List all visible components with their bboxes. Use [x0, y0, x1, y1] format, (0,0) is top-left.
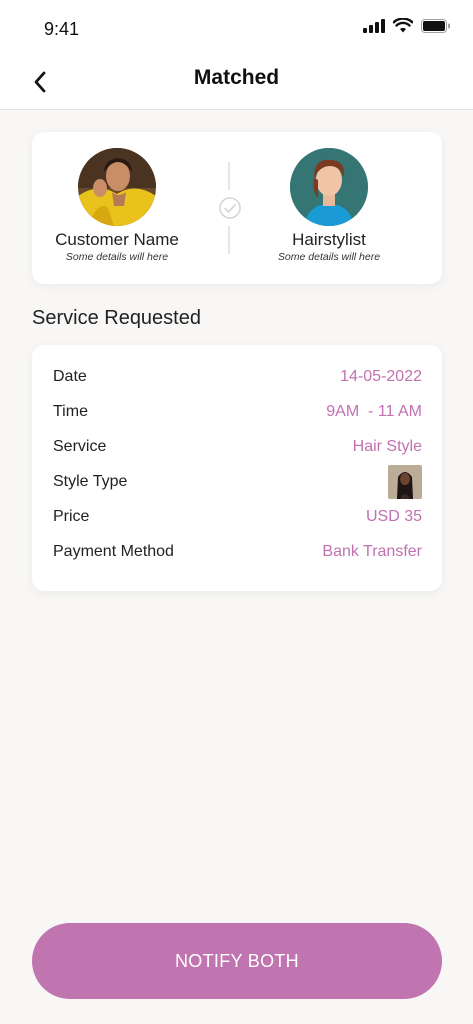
signal-icon [363, 18, 385, 33]
detail-label: Price [53, 507, 90, 525]
page-title: Matched [193, 66, 280, 89]
detail-value: 9AM - 11 AM [326, 402, 422, 420]
wifi-icon [393, 18, 413, 33]
detail-value: USD 35 [365, 507, 422, 525]
customer-details: Some details will here [65, 251, 169, 263]
notify-both-button[interactable]: NOTIFY BOTH [32, 923, 442, 999]
detail-label: Service [53, 437, 107, 455]
detail-label: Date [53, 367, 87, 385]
divider-top [228, 162, 230, 190]
detail-row-service: Service Hair Style [53, 429, 422, 464]
customer-avatar [78, 148, 156, 226]
check-circle-icon [219, 197, 241, 219]
divider-bottom [228, 226, 230, 254]
nav-bar: Matched [0, 56, 473, 110]
status-bar: 9:41 [0, 0, 473, 56]
customer-name: Customer Name [55, 230, 179, 249]
detail-value: Hair Style [352, 437, 422, 455]
detail-label: Payment Method [53, 542, 174, 560]
section-title: Service Requested [32, 307, 201, 329]
stylist-profile[interactable]: Hairstylist Some details will here [244, 146, 414, 264]
stylist-details: Some details will here [277, 251, 381, 263]
stylist-avatar [290, 148, 368, 226]
detail-row-time: Time 9AM - 11 AM [53, 394, 422, 429]
detail-label: Style Type [53, 472, 128, 490]
stylist-name: Hairstylist [292, 230, 366, 249]
detail-value: 14-05-2022 [340, 367, 422, 385]
status-time: 9:41 [44, 19, 80, 39]
detail-row-date: Date 14-05-2022 [53, 359, 422, 394]
service-details-card: Date 14-05-2022 Time 9AM - 11 AM Service… [32, 345, 442, 591]
customer-profile[interactable]: Customer Name Some details will here [32, 146, 202, 264]
detail-row-style-type: Style Type [53, 464, 422, 499]
style-thumbnail[interactable] [388, 464, 422, 499]
detail-label: Time [53, 402, 88, 420]
detail-row-payment-method: Payment Method Bank Transfer [53, 534, 422, 569]
match-card: Customer Name Some details will here Hai… [32, 132, 442, 284]
detail-row-price: Price USD 35 [53, 499, 422, 534]
battery-icon [421, 18, 450, 33]
status-icons [363, 18, 451, 33]
detail-value: Bank Transfer [322, 542, 422, 560]
